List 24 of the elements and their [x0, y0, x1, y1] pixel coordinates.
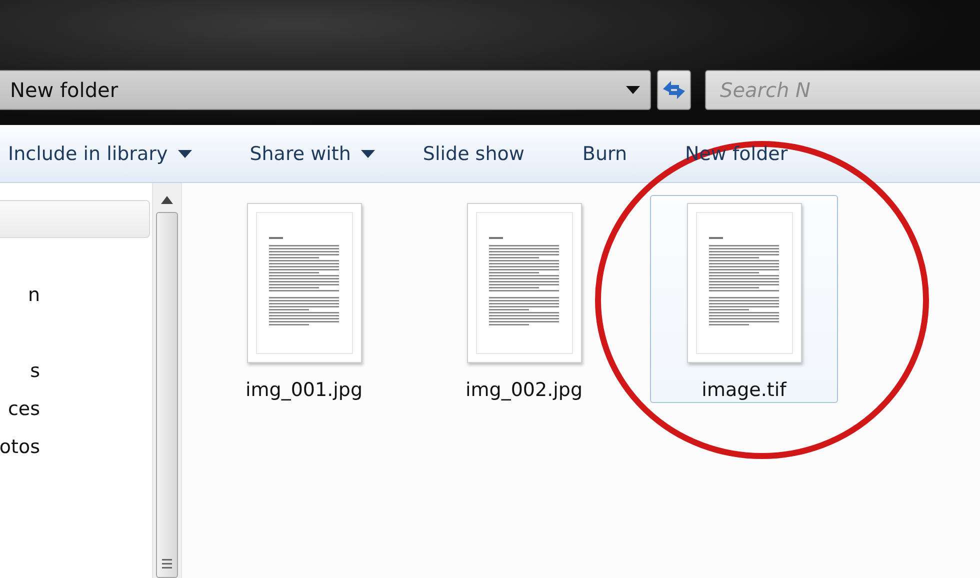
- file-item[interactable]: img_001.jpg: [210, 195, 398, 403]
- toolbar-button[interactable]: Burn: [574, 143, 628, 165]
- address-bar[interactable]: New folder: [0, 70, 652, 110]
- refresh-icon: [661, 79, 688, 101]
- file-name: image.tif: [702, 379, 786, 401]
- caret-icon: [626, 86, 640, 94]
- nav-item[interactable]: ces: [0, 390, 40, 428]
- scrollbar[interactable]: [152, 183, 182, 578]
- toolbar-button[interactable]: Share with: [242, 143, 375, 165]
- scroll-up-icon: [161, 196, 173, 204]
- file-item[interactable]: img_002.jpg: [430, 195, 618, 403]
- search-field[interactable]: Search N: [705, 70, 980, 110]
- file-name: img_001.jpg: [245, 379, 363, 401]
- folder-path: New folder: [10, 78, 118, 102]
- toolbar-button[interactable]: Include in library: [0, 143, 192, 165]
- nav-item-highlight[interactable]: [0, 200, 150, 238]
- grip-icon: [162, 559, 172, 571]
- file-name: img_002.jpg: [465, 379, 583, 401]
- nav-item[interactable]: n: [0, 276, 40, 314]
- file-item[interactable]: image.tif: [650, 195, 838, 403]
- refresh-button[interactable]: [657, 70, 691, 110]
- toolbar-button[interactable]: Slide show: [414, 143, 524, 165]
- nav-item[interactable]: otos: [0, 428, 40, 466]
- nav-item[interactable]: s: [0, 352, 40, 390]
